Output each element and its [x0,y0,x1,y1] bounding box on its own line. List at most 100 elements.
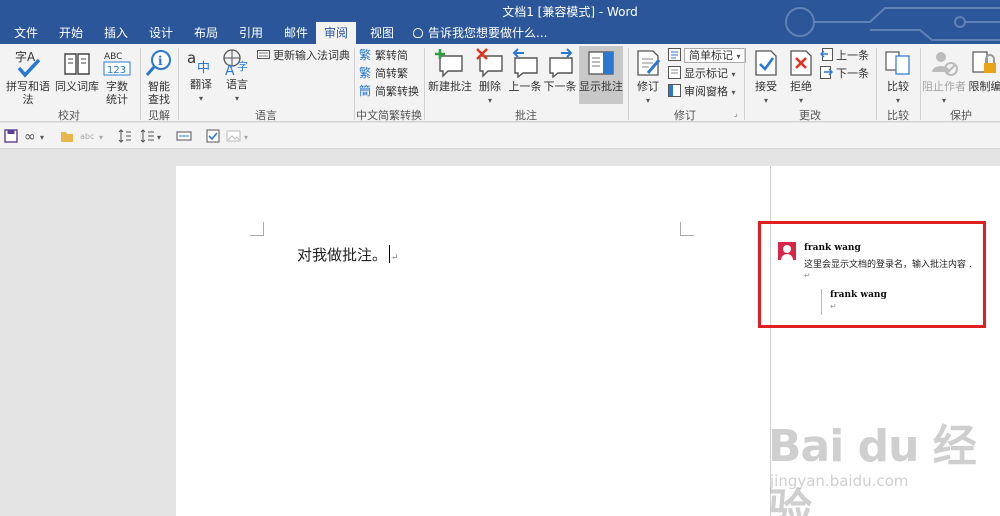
comment-paragraph-mark: ↵ [804,271,811,280]
svg-text:i: i [158,54,163,68]
thesaurus-label: 同义词库 [55,80,99,93]
restrict-editing-button[interactable]: 限制编 [968,48,1000,93]
svg-text:繁: 繁 [359,48,371,61]
markup-display-select[interactable]: 简单标记 ▾ [668,48,746,64]
update-ime-dictionary-button[interactable]: 更新输入法词典 [257,48,350,64]
tab-insert[interactable]: 插入 [96,22,136,44]
markup-icon [668,48,681,61]
new-comment-button[interactable]: 新建批注 [428,48,472,93]
track-changes-button[interactable]: 修订 ▾ [632,48,664,107]
text-cursor [389,245,391,263]
block-authors-icon [932,52,958,76]
tab-file[interactable]: 文件 [6,22,46,44]
reject-change-button[interactable]: 拒绝 ▾ [785,48,817,107]
ribbon-separator [178,48,179,120]
tab-design[interactable]: 设计 [141,22,181,44]
comment-text[interactable]: 这里会显示文档的登录名，输入批注内容 . [804,257,972,270]
svg-text:▾: ▾ [244,133,248,142]
checkbox-icon[interactable] [206,128,220,144]
svg-text:字: 字 [237,59,248,73]
translate-button[interactable]: a 中 翻译 ▾ [184,48,218,105]
line-height-icon[interactable] [118,128,132,144]
smart-lookup-icon: i [145,50,171,76]
svg-text:中: 中 [197,61,210,76]
previous-change-button[interactable]: 上一条 [820,48,869,64]
next-comment-label: 下一条 [543,80,577,93]
next-comment-button[interactable]: 下一条 [543,48,577,93]
crop-mark-top-left [250,222,264,236]
accept-change-button[interactable]: 接受 ▾ [750,48,782,107]
reject-icon [790,50,812,76]
next-change-button[interactable]: 下一条 [820,66,869,82]
to-simplified-button[interactable]: 繁简转繁 [359,66,408,82]
image-icon[interactable]: ▾ [226,128,252,144]
document-body-text[interactable]: 对我做批注。 ↵ [297,244,399,265]
delete-comment-button[interactable]: 删除 ▾ [474,48,506,107]
smart-lookup-button[interactable]: i 智能 查找 [144,48,174,106]
group-compare-label: 比较 [887,109,909,122]
ribbon-separator [744,48,745,120]
tell-me-box[interactable]: 告诉我您想要做什么... [413,22,547,44]
group-language-label: 语言 [255,109,277,122]
language-button[interactable]: A 字 语言 ▾ [220,48,254,105]
track-changes-icon [637,50,661,76]
block-authors-button[interactable]: 阻止作者 ▾ [922,48,966,107]
width-fit-icon[interactable] [176,128,192,144]
simplified-char-icon: 繁 [359,66,371,79]
compare-button[interactable]: 比较 ▾ [882,48,914,107]
ribbon-separator [628,48,629,120]
group-chinese-conversion-label: 中文简繁转换 [356,109,422,122]
tab-view[interactable]: 视图 [362,22,402,44]
ribbon-separator [876,48,877,120]
abc-format-icon[interactable]: abc ▾ [80,128,106,144]
svg-text:a: a [187,49,196,67]
next-change-label: 下一条 [836,67,869,80]
new-comment-icon [435,49,463,78]
chinese-conversion-button[interactable]: 簡简繁转换 [359,84,419,100]
reply-paragraph-mark[interactable]: ↵ [830,302,837,311]
smart-lookup-label-1: 智能 [148,80,170,93]
language-globe-icon: A 字 [223,49,248,76]
show-markup-button[interactable]: 显示标记 ▾ [668,66,736,82]
dialog-launcher-icon[interactable]: ⌟ [734,106,738,122]
previous-change-label: 上一条 [836,49,869,62]
svg-text:abc: abc [80,132,94,141]
link-icon[interactable]: ∞ ▾ [24,128,48,144]
chevron-down-icon: ▾ [895,96,900,105]
language-label: 语言 [226,78,248,91]
tab-references[interactable]: 引用 [231,22,271,44]
accept-label: 接受 [755,80,777,93]
thesaurus-button[interactable]: 同义词库 [55,48,99,93]
group-changes-label: 更改 [799,109,821,122]
folder-icon[interactable] [60,128,74,144]
paragraph-spacing-icon[interactable]: ▾ [140,128,164,144]
tab-home[interactable]: 开始 [51,22,91,44]
tab-review[interactable]: 审阅 [316,22,357,44]
markup-select-value: 简单标记 [689,49,733,62]
spelling-grammar-button[interactable]: 字A 拼写和语法 [2,48,54,106]
tab-mailings[interactable]: 邮件 [276,22,316,44]
quick-access-toolbar: ∞ ▾ abc ▾ ▾ ▾ [0,123,1000,149]
svg-text:▾: ▾ [40,133,44,142]
watermark-sub-text: jingyan.baidu.com [770,472,909,490]
user-avatar-icon [778,242,796,260]
svg-text:A: A [225,63,235,76]
chevron-down-icon: ▾ [731,70,736,79]
to-traditional-button[interactable]: 繁繁转简 [359,48,408,64]
next-change-icon [820,66,833,79]
block-authors-label: 阻止作者 [922,80,966,93]
previous-comment-button[interactable]: 上一条 [508,48,542,93]
reviewing-pane-button[interactable]: 审阅窗格 ▾ [668,84,736,100]
chevron-down-icon: ▾ [234,94,239,103]
word-count-button[interactable]: ABC 123 字数 统计 [100,48,134,106]
comment-highlight-box [758,221,986,328]
traditional-char-icon: 繁 [359,48,371,61]
tab-layout[interactable]: 布局 [186,22,226,44]
delete-comment-icon [476,48,503,78]
show-comments-button[interactable]: 显示批注 [579,46,623,104]
group-comments-label: 批注 [515,109,537,122]
lightbulb-icon [413,28,423,38]
save-icon[interactable] [4,128,18,144]
previous-comment-label: 上一条 [508,80,542,93]
reply-thread-line [821,289,822,315]
